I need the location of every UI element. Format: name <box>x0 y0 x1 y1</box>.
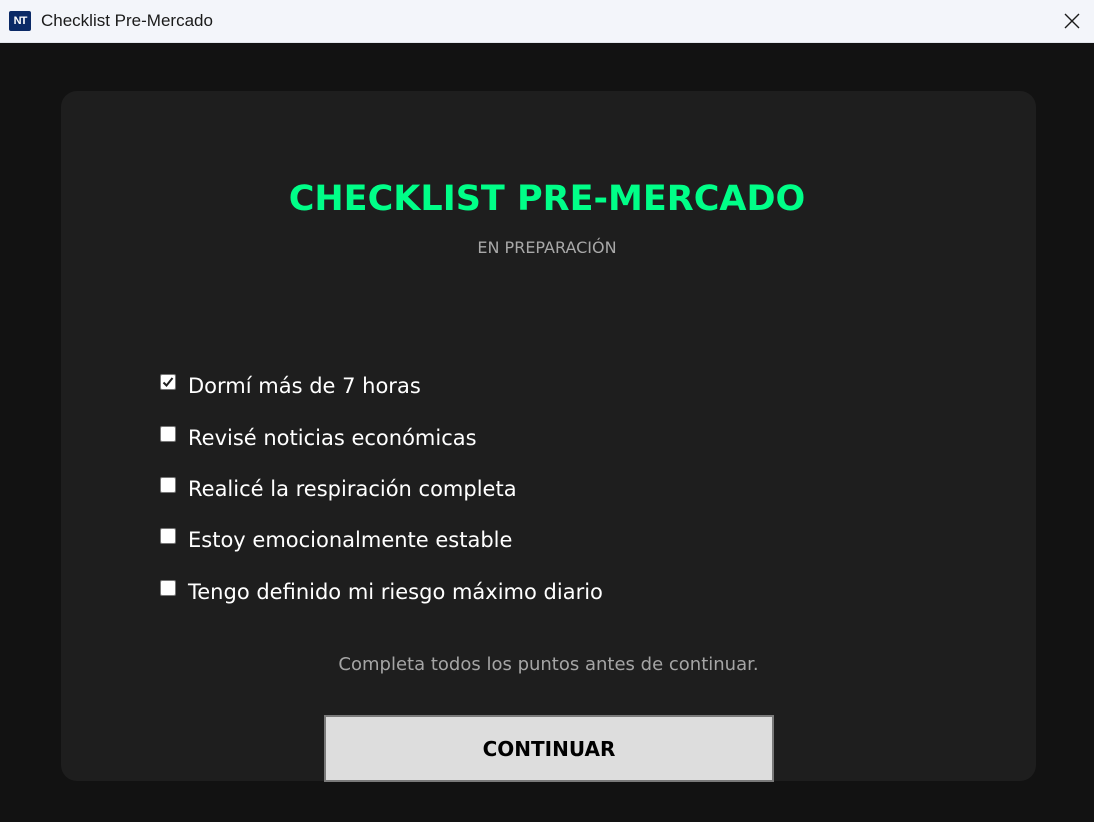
app-logo-icon: NT <box>9 11 31 31</box>
checklist-item-breathing[interactable]: Realicé la respiración completa <box>160 474 517 504</box>
window-titlebar: NT Checklist Pre-Mercado <box>0 0 1094 43</box>
checklist-item-sleep[interactable]: Dormí más de 7 horas <box>160 371 421 401</box>
checklist-item-label: Revisé noticias económicas <box>188 426 477 450</box>
window-title: Checklist Pre-Mercado <box>41 11 213 30</box>
hint-text: Completa todos los puntos antes de conti… <box>338 654 759 675</box>
page-title: CHECKLIST PRE-MERCADO <box>288 179 806 219</box>
checklist-item-emotional[interactable]: Estoy emocionalmente estable <box>160 525 512 555</box>
checklist-item-label: Tengo definido mi riesgo máximo diario <box>188 580 603 604</box>
checkbox[interactable] <box>160 527 176 544</box>
checkmark-icon <box>162 376 174 387</box>
checkbox[interactable] <box>160 579 176 596</box>
window-content: CHECKLIST PRE-MERCADO EN PREPARACIÓN Dor… <box>0 43 1094 822</box>
checkbox[interactable] <box>160 373 176 390</box>
close-icon <box>1064 13 1080 29</box>
checkbox[interactable] <box>160 425 176 442</box>
checkbox[interactable] <box>160 476 176 493</box>
checklist-item-label: Dormí más de 7 horas <box>188 374 421 398</box>
checklist-item-label: Realicé la respiración completa <box>188 477 517 501</box>
status-subtitle: EN PREPARACIÓN <box>477 238 617 257</box>
continue-button[interactable]: CONTINUAR <box>324 715 774 782</box>
checklist-item-news[interactable]: Revisé noticias económicas <box>160 423 477 453</box>
checklist-item-label: Estoy emocionalmente estable <box>188 528 513 552</box>
checklist-item-risk[interactable]: Tengo definido mi riesgo máximo diario <box>160 577 603 607</box>
close-button[interactable] <box>1050 0 1094 42</box>
